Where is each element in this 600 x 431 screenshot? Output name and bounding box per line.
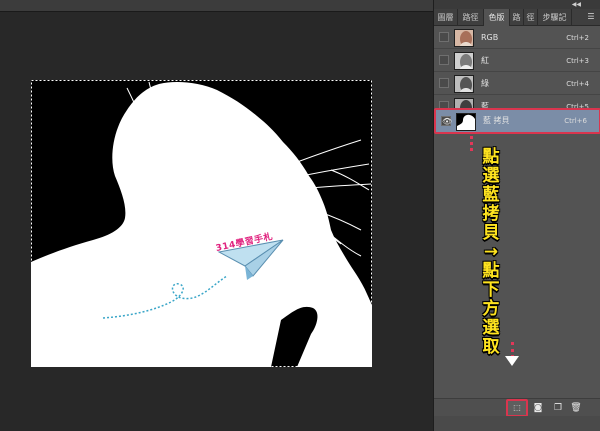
channel-thumbnail	[454, 75, 474, 93]
channel-name: 紅	[481, 56, 489, 65]
channel-shortcut: Ctrl+2	[566, 34, 589, 42]
trash-icon: 🗑	[570, 403, 582, 413]
new-channel-button[interactable]: ❐	[552, 402, 564, 414]
channels-panel: ◀◀ 圖層 路徑 色版 路 徑 步驟記 ☰ RGB Ctrl+2 紅 Ctrl+…	[433, 0, 600, 431]
channel-row-green[interactable]: 綠 Ctrl+4	[434, 73, 600, 95]
channel-mask-image	[31, 80, 372, 367]
subject-silhouette	[31, 82, 372, 367]
document-tab-bar	[0, 0, 433, 12]
image-canvas[interactable]: 314學習手札	[31, 80, 372, 367]
delete-channel-button[interactable]: 🗑	[570, 402, 582, 414]
save-selection-as-channel-button[interactable]: ◙	[532, 402, 544, 414]
channel-name: 綠	[481, 79, 489, 88]
down-arrow-icon	[505, 356, 519, 366]
collapse-arrows-icon[interactable]: ◀◀	[572, 1, 581, 8]
channels-bottom-bar: ⬚ ◙ ❐ 🗑	[434, 398, 600, 417]
panel-header: ◀◀	[434, 0, 600, 9]
channel-shortcut: Ctrl+3	[566, 57, 589, 65]
channel-row-red[interactable]: 紅 Ctrl+3	[434, 50, 600, 72]
tab-path-a[interactable]: 路	[510, 9, 524, 26]
channel-thumbnail	[456, 113, 476, 131]
channel-row-blue-copy[interactable]: 👁 藍 拷貝 Ctrl+6	[434, 108, 600, 134]
channel-thumbnail	[454, 52, 474, 70]
annotation-connector	[470, 136, 473, 151]
panel-footer	[434, 416, 600, 431]
visibility-toggle[interactable]	[439, 78, 449, 88]
visibility-toggle[interactable]	[439, 32, 449, 42]
visibility-toggle[interactable]	[439, 55, 449, 65]
channel-row-rgb[interactable]: RGB Ctrl+2	[434, 27, 600, 49]
tab-paths[interactable]: 路徑	[458, 9, 484, 26]
panel-tab-bar: 圖層 路徑 色版 路 徑 步驟記 ☰	[434, 9, 600, 26]
channel-shortcut: Ctrl+4	[566, 80, 589, 88]
panel-menu-icon[interactable]: ☰	[585, 11, 597, 23]
channel-name: 藍 拷貝	[483, 116, 510, 125]
channel-shortcut: Ctrl+6	[564, 117, 587, 125]
tutorial-annotation: 點選藍拷貝→點下方選取	[482, 147, 500, 357]
new-page-icon: ❐	[553, 403, 563, 413]
tab-path-b[interactable]: 徑	[524, 9, 538, 26]
tab-layers[interactable]: 圖層	[434, 9, 458, 26]
mask-icon: ◙	[533, 403, 543, 413]
channel-name: RGB	[481, 33, 499, 42]
tab-history[interactable]: 步驟記	[538, 9, 572, 26]
dotted-selection-icon: ⬚	[513, 403, 521, 412]
tab-channels[interactable]: 色版	[484, 9, 510, 26]
document-workspace: 314學習手札	[0, 0, 433, 431]
eye-icon[interactable]: 👁	[441, 116, 452, 126]
load-channel-as-selection-button[interactable]: ⬚	[506, 399, 528, 417]
channel-thumbnail	[454, 29, 474, 47]
